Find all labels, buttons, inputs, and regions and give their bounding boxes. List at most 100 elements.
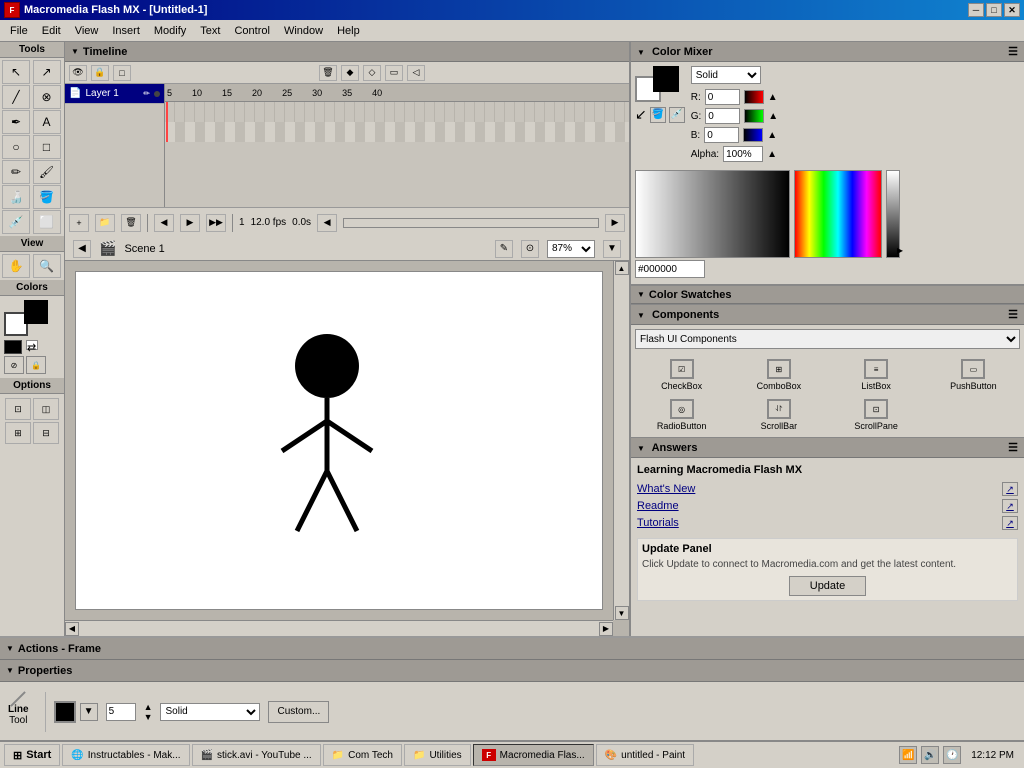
mixer-bucket-icon[interactable]: 🪣 — [650, 107, 666, 123]
color-gradient-box[interactable] — [635, 170, 790, 258]
spinner-up[interactable]: ▲ — [144, 702, 153, 712]
whats-new-link[interactable]: What's New ↗ — [637, 482, 1018, 496]
default-colors-btn[interactable] — [4, 340, 22, 354]
tool-paintbucket[interactable]: 🪣 — [33, 185, 61, 209]
zoom-select[interactable]: 87% 100% 50% — [547, 240, 595, 258]
readme-link[interactable]: Readme ↗ — [637, 499, 1018, 513]
line-size-spinner[interactable]: ▲ ▼ — [144, 702, 153, 722]
cm-options-icon[interactable]: ☰ — [1008, 45, 1018, 58]
frame-cells[interactable] — [165, 102, 629, 142]
tool-inkbottle[interactable]: 🍶 — [2, 185, 30, 209]
actions-bar[interactable]: ▼ Actions - Frame — [0, 638, 1024, 660]
color-brightness-bar[interactable]: ▶ — [886, 170, 900, 258]
g-slider[interactable] — [744, 109, 764, 123]
tl-remove-frame-btn[interactable]: ◁ — [407, 65, 425, 81]
mixer-eyedropper-icon[interactable]: 💉 — [669, 107, 685, 123]
tool-eyedropper[interactable]: 💉 — [2, 210, 30, 234]
alpha-spinner[interactable]: ▲ — [767, 149, 777, 160]
edit-scene-btn[interactable]: ✎ — [495, 240, 513, 258]
tool-hand[interactable]: ✋ — [2, 254, 30, 278]
option-btn-2[interactable]: ◫ — [33, 398, 59, 420]
tl-add-blank-btn[interactable]: ◇ — [363, 65, 381, 81]
b-slider[interactable] — [743, 128, 763, 142]
custom-button[interactable]: Custom... — [268, 701, 329, 723]
fill-color-swatch[interactable] — [24, 300, 48, 324]
swap-colors-btn[interactable]: ⇄ — [26, 340, 38, 350]
comp-listbox[interactable]: ≡ ListBox — [830, 357, 923, 393]
next-frame-btn[interactable]: ▶▶ — [206, 214, 226, 232]
comp-radiobutton[interactable]: ◎ RadioButton — [635, 397, 728, 433]
comp-options-icon[interactable]: ☰ — [1008, 308, 1018, 321]
layer-row-1[interactable]: 📄 Layer 1 ✏ — [65, 84, 164, 104]
option-btn-1[interactable]: ⊡ — [5, 398, 31, 420]
scroll-up-btn[interactable]: ▲ — [615, 261, 629, 275]
canvas-scroll-vertical[interactable]: ▲ ▼ — [613, 261, 629, 620]
tool-rect[interactable]: □ — [33, 135, 61, 159]
add-layer-btn[interactable]: + — [69, 214, 89, 232]
line-color-swatch[interactable] — [54, 701, 76, 723]
taskbar-paint[interactable]: 🎨 untitled - Paint — [596, 744, 694, 766]
start-button[interactable]: ⊞ Start — [4, 744, 60, 766]
lock-fill-btn[interactable]: 🔒 — [26, 356, 46, 374]
menu-file[interactable]: File — [4, 23, 34, 39]
scroll-left-btn[interactable]: ◀ — [317, 214, 337, 232]
b-input[interactable] — [704, 127, 739, 143]
zoom-dropdown-btn[interactable]: ▼ — [603, 240, 621, 258]
option-btn-4[interactable]: ⊟ — [33, 422, 59, 444]
hex-input[interactable] — [635, 260, 705, 278]
tool-text[interactable]: A — [33, 110, 61, 134]
tl-delete-btn[interactable]: 🗑 — [319, 65, 337, 81]
r-spinner-up[interactable]: ▲ — [768, 92, 778, 103]
g-input[interactable] — [705, 108, 740, 124]
r-slider[interactable] — [744, 90, 764, 104]
b-spinner-up[interactable]: ▲ — [767, 130, 777, 141]
g-spinner-up[interactable]: ▲ — [768, 111, 778, 122]
edit-symbol-btn[interactable]: ⊙ — [521, 240, 539, 258]
r-input[interactable] — [705, 89, 740, 105]
taskbar-stick[interactable]: 🎬 stick.avi - YouTube ... — [192, 744, 321, 766]
tool-eraser[interactable]: ⬜ — [33, 210, 61, 234]
scroll-right-canvas-btn[interactable]: ▶ — [599, 622, 613, 636]
tl-eye-btn[interactable]: 👁 — [69, 65, 87, 81]
components-dropdown[interactable]: Flash UI Components — [635, 329, 1020, 349]
menu-modify[interactable]: Modify — [148, 23, 192, 39]
comp-scrollbar[interactable]: ⥯ ScrollBar — [732, 397, 825, 433]
line-style-select[interactable]: Solid Dashed Dotted — [160, 703, 260, 721]
scroll-right-btn[interactable]: ▶ — [605, 214, 625, 232]
comp-scrollpane[interactable]: ⊡ ScrollPane — [830, 397, 923, 433]
menu-edit[interactable]: Edit — [36, 23, 67, 39]
menu-control[interactable]: Control — [228, 23, 275, 39]
tool-lasso[interactable]: ⊗ — [33, 85, 61, 109]
scroll-left-canvas-btn[interactable]: ◀ — [65, 622, 79, 636]
comp-pushbutton[interactable]: ▭ PushButton — [927, 357, 1020, 393]
comp-checkbox[interactable]: ☑ CheckBox — [635, 357, 728, 393]
canvas-area[interactable] — [75, 271, 603, 610]
tool-subselect[interactable]: ↗ — [33, 60, 61, 84]
mixer-fill-swatch[interactable] — [653, 66, 679, 92]
no-color-btn[interactable]: ⊘ — [4, 356, 24, 374]
canvas-scroll-horizontal[interactable]: ◀ ▶ — [65, 620, 613, 636]
tl-outline-btn[interactable]: □ — [113, 65, 131, 81]
taskbar-instructables[interactable]: 🌐 Instructables - Mak... — [62, 744, 189, 766]
timeline-scrollbar[interactable] — [343, 218, 599, 228]
maximize-button[interactable]: □ — [986, 3, 1002, 17]
tool-pencil[interactable]: ✏ — [2, 160, 30, 184]
tool-zoom[interactable]: 🔍 — [33, 254, 61, 278]
tool-oval[interactable]: ○ — [2, 135, 30, 159]
add-folder-btn[interactable]: 📁 — [95, 214, 115, 232]
fill-style-select[interactable]: Solid — [691, 66, 761, 84]
back-btn[interactable]: ◀ — [73, 240, 91, 258]
tool-arrow[interactable]: ↖ — [2, 60, 30, 84]
menu-window[interactable]: Window — [278, 23, 329, 39]
answers-options-icon[interactable]: ☰ — [1008, 441, 1018, 454]
delete-layer-btn[interactable]: 🗑 — [121, 214, 141, 232]
mixer-arrow-icon[interactable]: ↙ — [635, 106, 647, 123]
swatches-header[interactable]: ▼ Color Swatches — [631, 286, 1024, 304]
menu-help[interactable]: Help — [331, 23, 366, 39]
menu-text[interactable]: Text — [194, 23, 226, 39]
tutorials-link[interactable]: Tutorials ↗ — [637, 516, 1018, 530]
line-color-picker[interactable]: ▼ — [80, 703, 98, 721]
tool-line[interactable]: ╱ — [2, 85, 30, 109]
taskbar-comtech[interactable]: 📁 Com Tech — [323, 744, 402, 766]
tool-brush[interactable]: 🖌 — [33, 160, 61, 184]
